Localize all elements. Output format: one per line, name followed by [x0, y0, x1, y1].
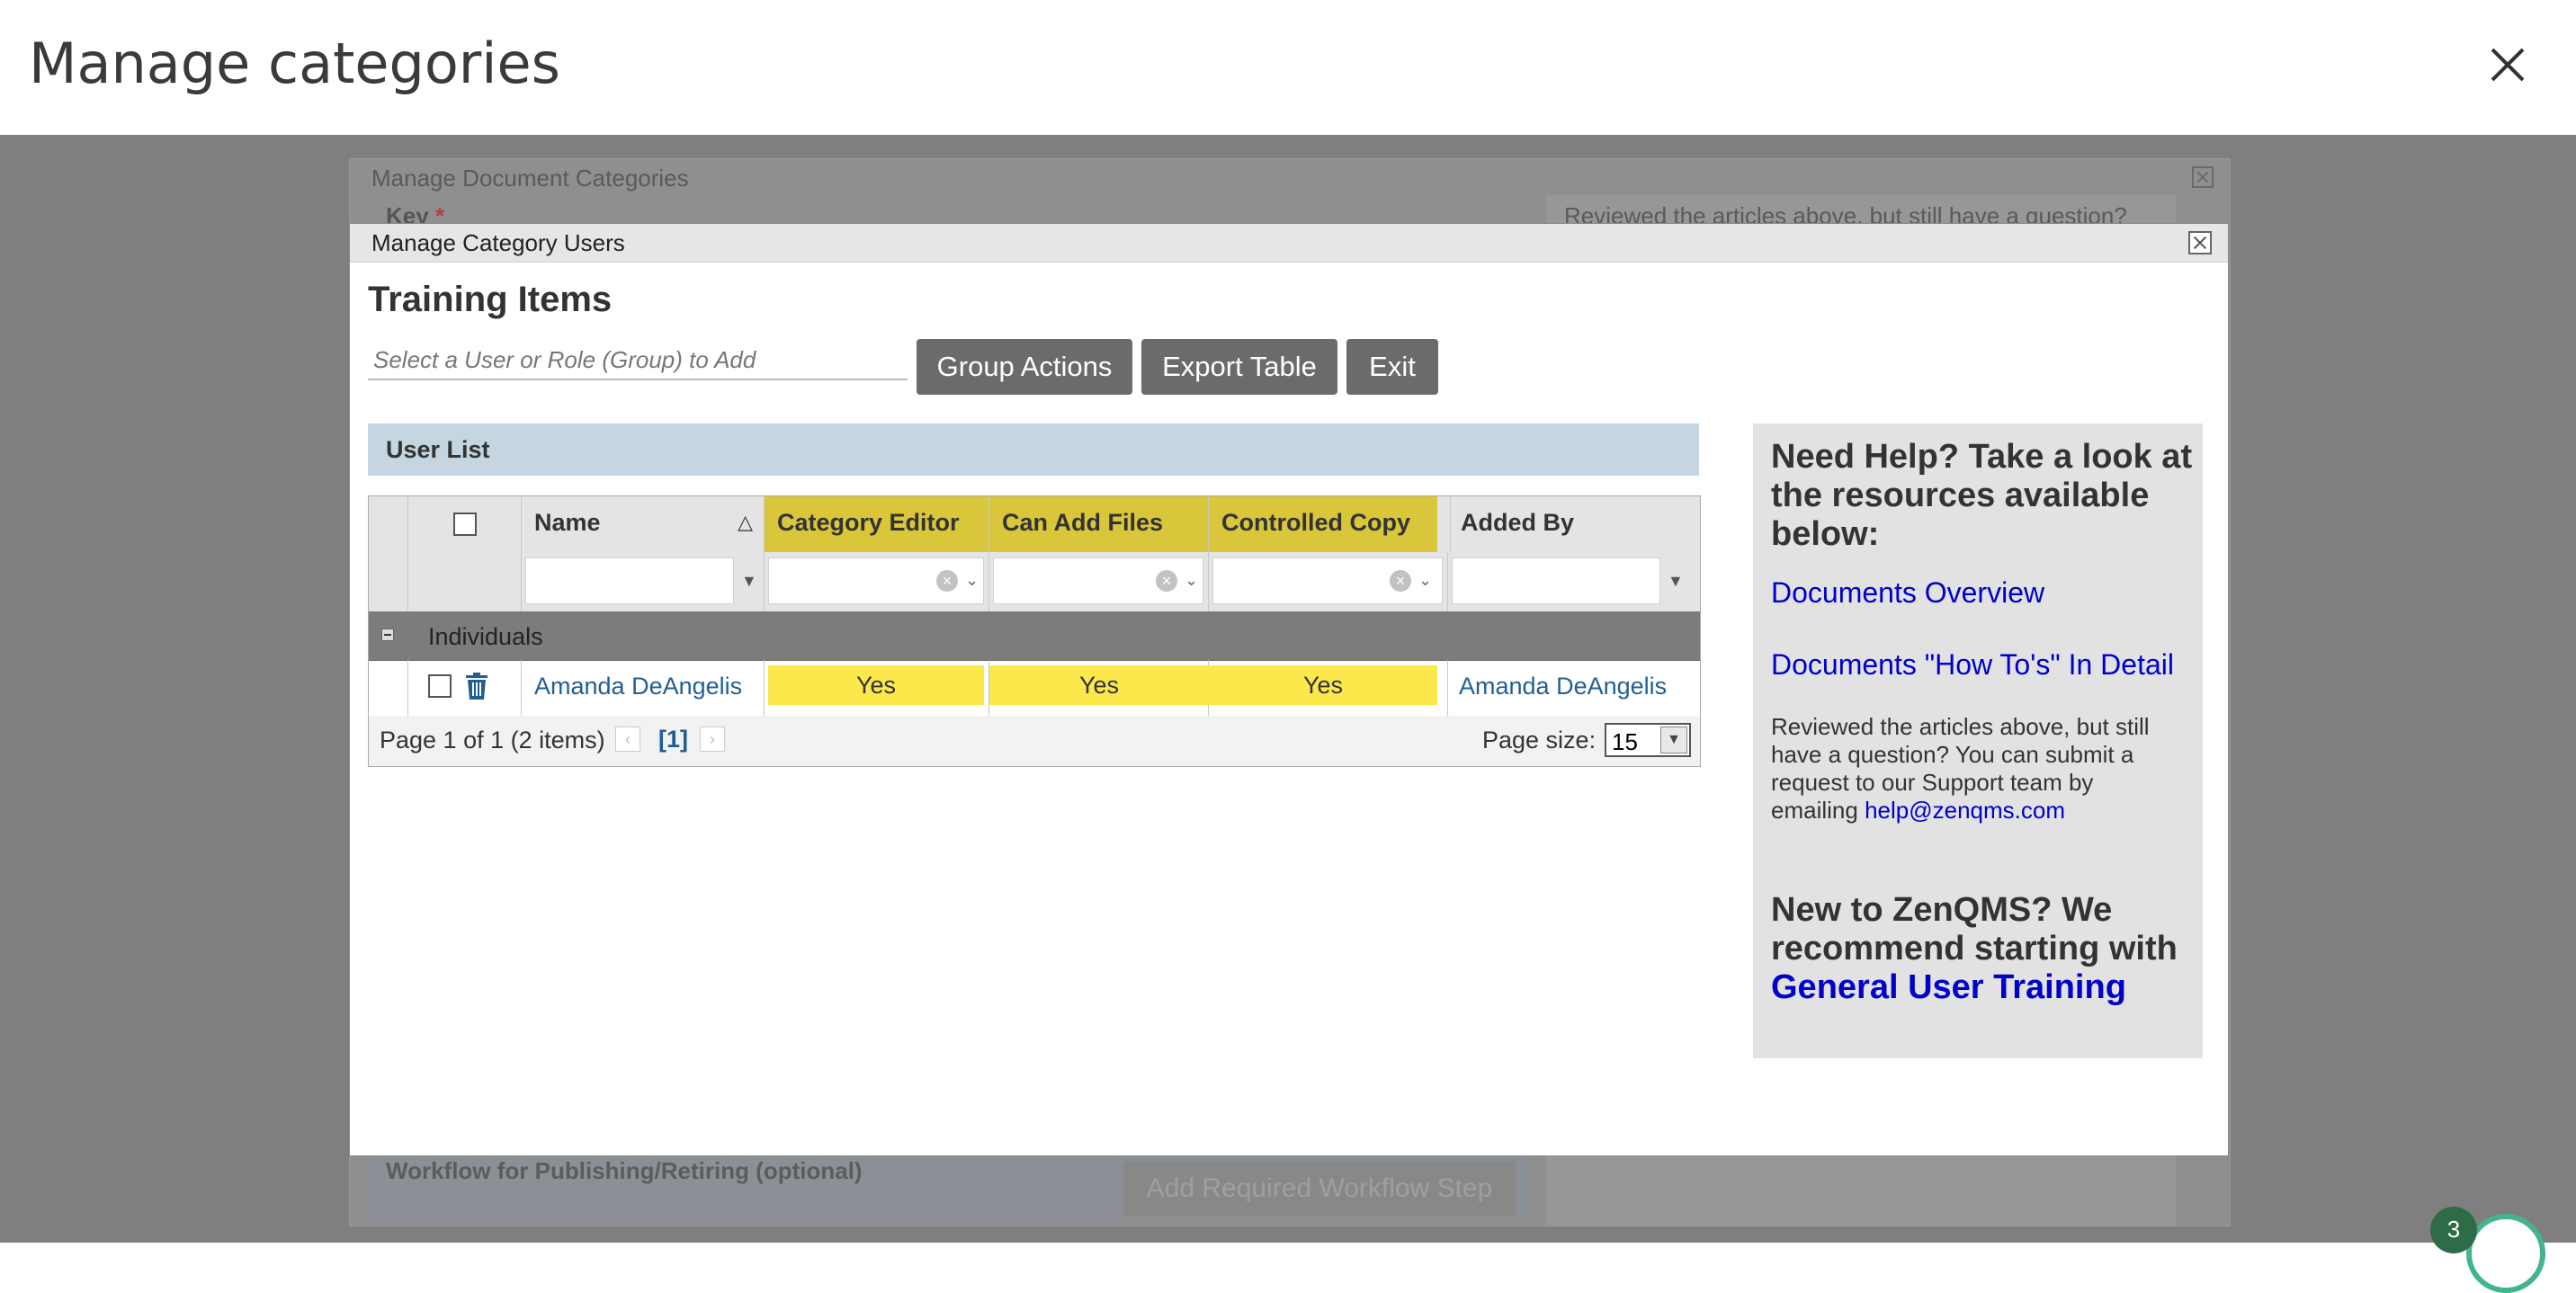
group-actions-button[interactable]: Group Actions [917, 339, 1132, 395]
sort-ascending-icon: △ [738, 511, 753, 533]
category-editor-value[interactable]: Yes [768, 665, 984, 705]
can-add-files-value[interactable]: Yes [989, 665, 1209, 705]
help-support-text: Reviewed the articles above, but still h… [1771, 713, 2185, 825]
support-email-link[interactable]: help@zenqms.com [1865, 797, 2065, 824]
controlled-copy-filter-input[interactable]: × ⌄ [1212, 557, 1443, 604]
user-grid: Name △ Category Editor Can Add Files Con… [368, 495, 1701, 767]
clear-filter-icon[interactable]: × [1156, 570, 1177, 592]
filter-select-cell [408, 552, 522, 611]
chat-widget-button[interactable] [2466, 1214, 2545, 1293]
grid-filter-row: ▼ × ⌄ × ⌄ × ⌄ ▼ [369, 552, 1700, 612]
user-name-link[interactable]: Amanda DeAngelis [534, 673, 742, 700]
column-header-can-add-files[interactable]: Can Add Files [989, 496, 1209, 552]
category-editor-filter-cell: × ⌄ [765, 552, 989, 611]
notification-badge: 3 [2430, 1207, 2477, 1253]
new-user-callout: New to ZenQMS? We recommend starting wit… [1771, 891, 2194, 1007]
column-header-added-by[interactable]: Added By [1448, 496, 1700, 552]
current-page-link[interactable]: [1] [658, 726, 688, 754]
category-editor-filter-input[interactable]: × ⌄ [768, 557, 984, 604]
dialog-close-icon[interactable] [2188, 231, 2212, 254]
controlled-copy-cell: Yes [1209, 660, 1448, 716]
documents-overview-link[interactable]: Documents Overview [1771, 576, 2044, 610]
column-header-category-editor[interactable]: Category Editor [765, 496, 989, 552]
add-workflow-step-button: Add Required Workflow Step [1123, 1161, 1516, 1217]
pager-summary: Page 1 of 1 (2 items) [380, 727, 605, 754]
page-size-select[interactable]: 15 ▼ [1605, 723, 1691, 757]
chevron-down-icon[interactable]: ⌄ [1418, 571, 1432, 590]
row-actions-cell [408, 660, 522, 716]
can-add-files-filter-input[interactable]: × ⌄ [993, 557, 1203, 604]
select-all-checkbox[interactable] [453, 513, 477, 536]
name-filter-cell: ▼ [522, 552, 765, 611]
grid-pager: Page 1 of 1 (2 items) ‹ [1] › Page size:… [369, 716, 1700, 766]
row-checkbox[interactable] [428, 674, 452, 698]
grid-header-row: Name △ Category Editor Can Add Files Con… [369, 496, 1700, 553]
modal-header: Manage categories [0, 0, 2576, 135]
dialog-title: Manage Category Users [371, 229, 625, 256]
column-header-controlled-copy[interactable]: Controlled Copy [1209, 496, 1437, 552]
group-label: Individuals [428, 623, 543, 650]
previous-page-icon[interactable]: ‹ [615, 727, 640, 752]
controlled-copy-value[interactable]: Yes [1209, 665, 1437, 705]
dialog-titlebar: Manage Category Users [350, 224, 2228, 263]
chevron-down-icon[interactable]: ⌄ [1185, 571, 1198, 590]
page-size-value: 15 [1612, 728, 1638, 755]
header-select-cell [408, 496, 522, 552]
exit-button[interactable]: Exit [1346, 339, 1438, 395]
header-expand-cell [369, 496, 408, 552]
category-editor-cell: Yes [765, 660, 989, 716]
name-filter-input[interactable] [525, 557, 734, 604]
section-title: Training Items [368, 280, 613, 319]
background-close-icon [2192, 166, 2214, 188]
table-row: Amanda DeAngelis Yes Yes Yes Amanda DeAn… [369, 660, 1700, 717]
user-role-select-input[interactable] [368, 341, 908, 380]
added-by-filter-cell: ▼ [1448, 552, 1700, 611]
export-table-button[interactable]: Export Table [1141, 339, 1337, 395]
clear-filter-icon[interactable]: × [1390, 570, 1411, 592]
name-cell: Amanda DeAngelis [522, 660, 765, 716]
filter-expand-cell [369, 552, 408, 611]
chevron-down-icon[interactable]: ⌄ [965, 571, 979, 590]
workflow-label: Workflow for Publishing/Retiring (option… [386, 1157, 863, 1184]
page-title: Manage categories [29, 31, 560, 96]
clear-filter-icon[interactable]: × [936, 570, 958, 592]
page-size-label: Page size: [1482, 727, 1597, 754]
can-add-files-cell: Yes [989, 660, 1209, 716]
column-name-label: Name [534, 509, 601, 536]
chevron-down-icon[interactable]: ▼ [1660, 727, 1687, 754]
close-icon[interactable] [2484, 41, 2531, 88]
general-user-training-link[interactable]: General User Training [1771, 968, 2126, 1006]
filter-icon[interactable]: ▼ [1668, 572, 1684, 591]
row-expand-cell [369, 660, 408, 716]
help-heading: Need Help? Take a look at the resources … [1771, 438, 2193, 553]
documents-how-tos-link[interactable]: Documents "How To's" In Detail [1771, 648, 2174, 682]
group-row-individuals[interactable]: Individuals [369, 611, 1700, 661]
collapse-group-icon[interactable] [381, 629, 394, 641]
added-by-cell: Amanda DeAngelis [1448, 660, 1700, 716]
filter-icon[interactable]: ▼ [741, 572, 757, 591]
column-header-name[interactable]: Name △ [522, 496, 765, 552]
user-list-header: User List [368, 424, 1699, 476]
next-page-icon[interactable]: › [700, 727, 725, 752]
background-dialog-title: Manage Document Categories [371, 165, 689, 192]
can-add-files-filter-cell: × ⌄ [989, 552, 1209, 611]
user-list-label: User List [386, 436, 490, 463]
added-by-filter-input[interactable] [1452, 557, 1660, 604]
added-by-link[interactable]: Amanda DeAngelis [1459, 673, 1667, 700]
manage-category-users-dialog: Manage Category Users Training Items Gro… [349, 223, 2229, 1156]
new-user-text: New to ZenQMS? We recommend starting wit… [1771, 891, 2178, 968]
help-panel: Need Help? Take a look at the resources … [1753, 424, 2203, 1058]
controlled-copy-filter-cell: × ⌄ [1209, 552, 1448, 611]
trash-icon[interactable] [464, 673, 489, 700]
